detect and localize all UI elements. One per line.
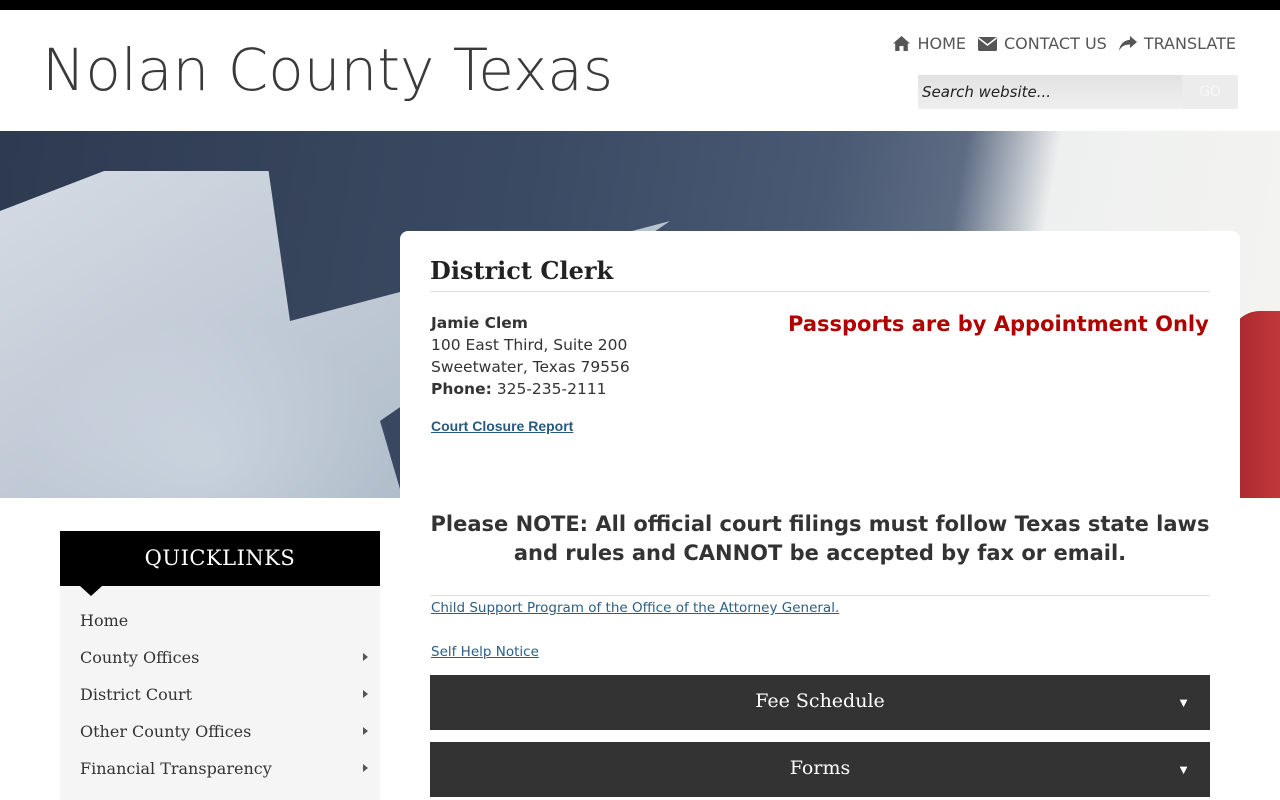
- caret-down-icon: ▼: [1177, 762, 1190, 777]
- top-navigation: HOME CONTACT US TRANSLATE: [881, 34, 1236, 53]
- filing-notice: Please NOTE: All official court filings …: [430, 512, 1210, 565]
- site-title[interactable]: Nolan County Texas: [42, 36, 613, 104]
- nav-home-label: HOME: [917, 34, 966, 53]
- contact-address-line2: Sweetwater, Texas 79556: [431, 358, 630, 376]
- fee-schedule-label: Fee Schedule: [755, 690, 885, 712]
- home-icon: [893, 36, 911, 51]
- quicklink-financial-transparency[interactable]: Financial Transparency: [80, 759, 370, 789]
- title-divider: [430, 291, 1210, 292]
- contact-block: Jamie Clem 100 East Third, Suite 200 Swe…: [431, 312, 630, 400]
- caret-down-icon: ▼: [1177, 695, 1190, 710]
- nav-translate-link[interactable]: TRANSLATE: [1118, 34, 1236, 53]
- search-input[interactable]: [918, 75, 1182, 109]
- envelope-icon: [977, 36, 997, 51]
- quicklinks-heading-pointer: [80, 586, 102, 596]
- quicklink-label: District Court: [80, 685, 193, 704]
- quicklink-county-offices[interactable]: County Offices: [80, 648, 370, 678]
- court-closure-report-link[interactable]: Court Closure Report: [431, 418, 573, 434]
- contact-phone-row: Phone: 325-235-2111: [431, 378, 630, 400]
- caret-right-icon: [363, 653, 368, 661]
- child-support-link[interactable]: Child Support Program of the Office of t…: [431, 600, 839, 616]
- share-arrow-icon: [1118, 36, 1137, 51]
- caret-right-icon: [363, 764, 368, 772]
- notice-divider: [430, 595, 1210, 596]
- nav-translate-label: TRANSLATE: [1143, 34, 1236, 53]
- page-title: District Clerk: [430, 256, 614, 285]
- nav-contact-label: CONTACT US: [1003, 34, 1107, 53]
- self-help-notice-link[interactable]: Self Help Notice: [431, 644, 539, 660]
- quicklink-label: County Offices: [80, 648, 200, 667]
- caret-right-icon: [363, 727, 368, 735]
- quicklink-home[interactable]: Home: [80, 611, 370, 641]
- search-form: GO: [918, 75, 1238, 109]
- quicklink-other-county-offices[interactable]: Other County Offices: [80, 722, 370, 752]
- contact-address-line1: 100 East Third, Suite 200: [431, 336, 628, 354]
- site-header: Nolan County Texas HOME CONTACT US TRANS…: [0, 10, 1280, 131]
- forms-label: Forms: [789, 757, 851, 779]
- phone-label: Phone:: [431, 380, 492, 398]
- nav-home-link[interactable]: HOME: [893, 34, 966, 53]
- caret-right-icon: [363, 690, 368, 698]
- fee-schedule-accordion[interactable]: Fee Schedule ▼: [430, 675, 1210, 730]
- quicklinks-heading: QUICKLINKS: [60, 531, 380, 586]
- contact-name: Jamie Clem: [431, 314, 528, 332]
- quicklink-label: Financial Transparency: [80, 759, 272, 778]
- quicklink-label: Home: [80, 611, 129, 630]
- nav-contact-link[interactable]: CONTACT US: [977, 34, 1107, 53]
- quicklink-district-court[interactable]: District Court: [80, 685, 370, 715]
- passport-notice: Passports are by Appointment Only: [788, 312, 1209, 336]
- quicklink-label: Other County Offices: [80, 722, 252, 741]
- forms-accordion[interactable]: Forms ▼: [430, 742, 1210, 797]
- phone-number: 325-235-2111: [496, 380, 607, 398]
- top-black-bar: [0, 0, 1280, 10]
- search-go-button[interactable]: GO: [1182, 75, 1238, 109]
